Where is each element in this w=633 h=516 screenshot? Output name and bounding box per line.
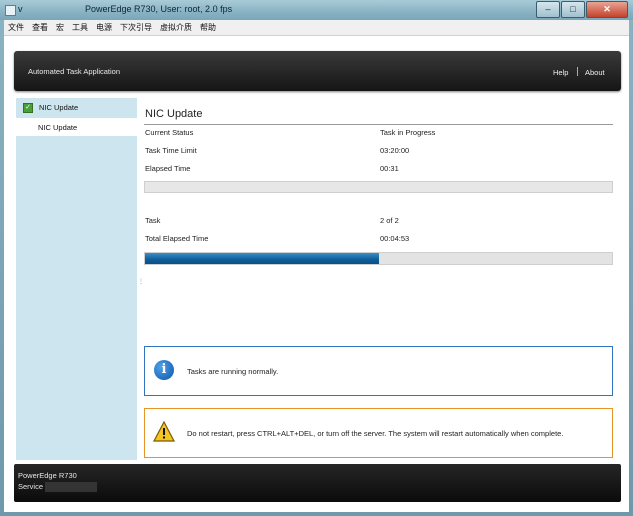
- page-title: NIC Update: [145, 108, 203, 120]
- task-progress-bar: [144, 181, 613, 193]
- warning-message: Do not restart, press CTRL+ALT+DEL, or t…: [187, 429, 564, 438]
- help-link[interactable]: Help: [553, 68, 568, 77]
- task-value: 2 of 2: [380, 216, 399, 225]
- total-progress-fill: [145, 253, 379, 264]
- sidebar-item-label: NIC Update: [38, 122, 78, 132]
- info-message-box: i Tasks are running normally.: [144, 346, 613, 396]
- maximize-button[interactable]: □: [561, 1, 585, 18]
- window-title: PowerEdge R730, User: root, 2.0 fps: [85, 4, 233, 14]
- task-label: Task: [145, 216, 161, 225]
- app-title: Automated Task Application: [28, 67, 121, 76]
- menu-next-boot[interactable]: 下次引导: [116, 22, 156, 33]
- service-tag-redacted: [45, 482, 97, 492]
- console-screen: Automated Task Application Help About ✓ …: [4, 36, 629, 512]
- current-status-label: Current Status: [145, 128, 194, 137]
- window-titlebar[interactable]: v PowerEdge R730, User: root, 2.0 fps – …: [0, 0, 633, 20]
- server-model: PowerEdge R730: [18, 471, 77, 480]
- info-icon: i: [154, 360, 174, 380]
- window-controls: – □ ✕: [536, 1, 628, 18]
- title-prefix: v: [18, 4, 23, 14]
- minimize-button[interactable]: –: [536, 1, 560, 18]
- title-divider: [144, 124, 613, 125]
- menu-help[interactable]: 帮助: [196, 22, 220, 33]
- menubar: 文件 查看 宏 工具 电源 下次引导 虚拟介质 帮助: [4, 20, 629, 36]
- menu-file[interactable]: 文件: [4, 22, 28, 33]
- elapsed-time-value: 00:31: [380, 164, 399, 173]
- task-sidebar: ✓ NIC Update NIC Update: [16, 98, 137, 460]
- info-message: Tasks are running normally.: [187, 367, 279, 376]
- elapsed-time-label: Elapsed Time: [145, 164, 191, 173]
- total-elapsed-label: Total Elapsed Time: [145, 234, 209, 243]
- sidebar-item-label: NIC Update: [39, 103, 79, 112]
- menu-macros[interactable]: 宏: [52, 22, 68, 33]
- warning-message-box: Do not restart, press CTRL+ALT+DEL, or t…: [144, 408, 613, 458]
- app-header: Automated Task Application Help About: [14, 51, 621, 91]
- about-link[interactable]: About: [585, 68, 605, 77]
- menu-virtual-media[interactable]: 虚拟介质: [156, 22, 196, 33]
- sidebar-item-nic-update[interactable]: NIC Update: [16, 118, 137, 136]
- sidebar-item-nic-update-group[interactable]: ✓ NIC Update: [16, 98, 137, 117]
- main-panel: NIC Update Current Status Task in Progre…: [144, 98, 619, 460]
- time-limit-value: 03:20:00: [380, 146, 410, 155]
- total-elapsed-value: 00:04:53: [380, 234, 410, 243]
- checkmark-icon: ✓: [23, 102, 33, 113]
- close-button[interactable]: ✕: [586, 1, 628, 18]
- kvm-window: v PowerEdge R730, User: root, 2.0 fps – …: [0, 0, 633, 516]
- menu-tools[interactable]: 工具: [68, 22, 92, 33]
- status-footer: PowerEdge R730 Service: [14, 464, 621, 502]
- menu-view[interactable]: 查看: [28, 22, 52, 33]
- header-divider: [577, 67, 578, 76]
- app-icon: [5, 5, 16, 16]
- current-status-value: Task in Progress: [380, 128, 436, 137]
- service-tag-label: Service: [18, 482, 44, 491]
- menu-power[interactable]: 电源: [92, 22, 116, 33]
- time-limit-label: Task Time Limit: [145, 146, 197, 155]
- warning-icon: [153, 421, 175, 442]
- total-progress-bar: [144, 252, 613, 265]
